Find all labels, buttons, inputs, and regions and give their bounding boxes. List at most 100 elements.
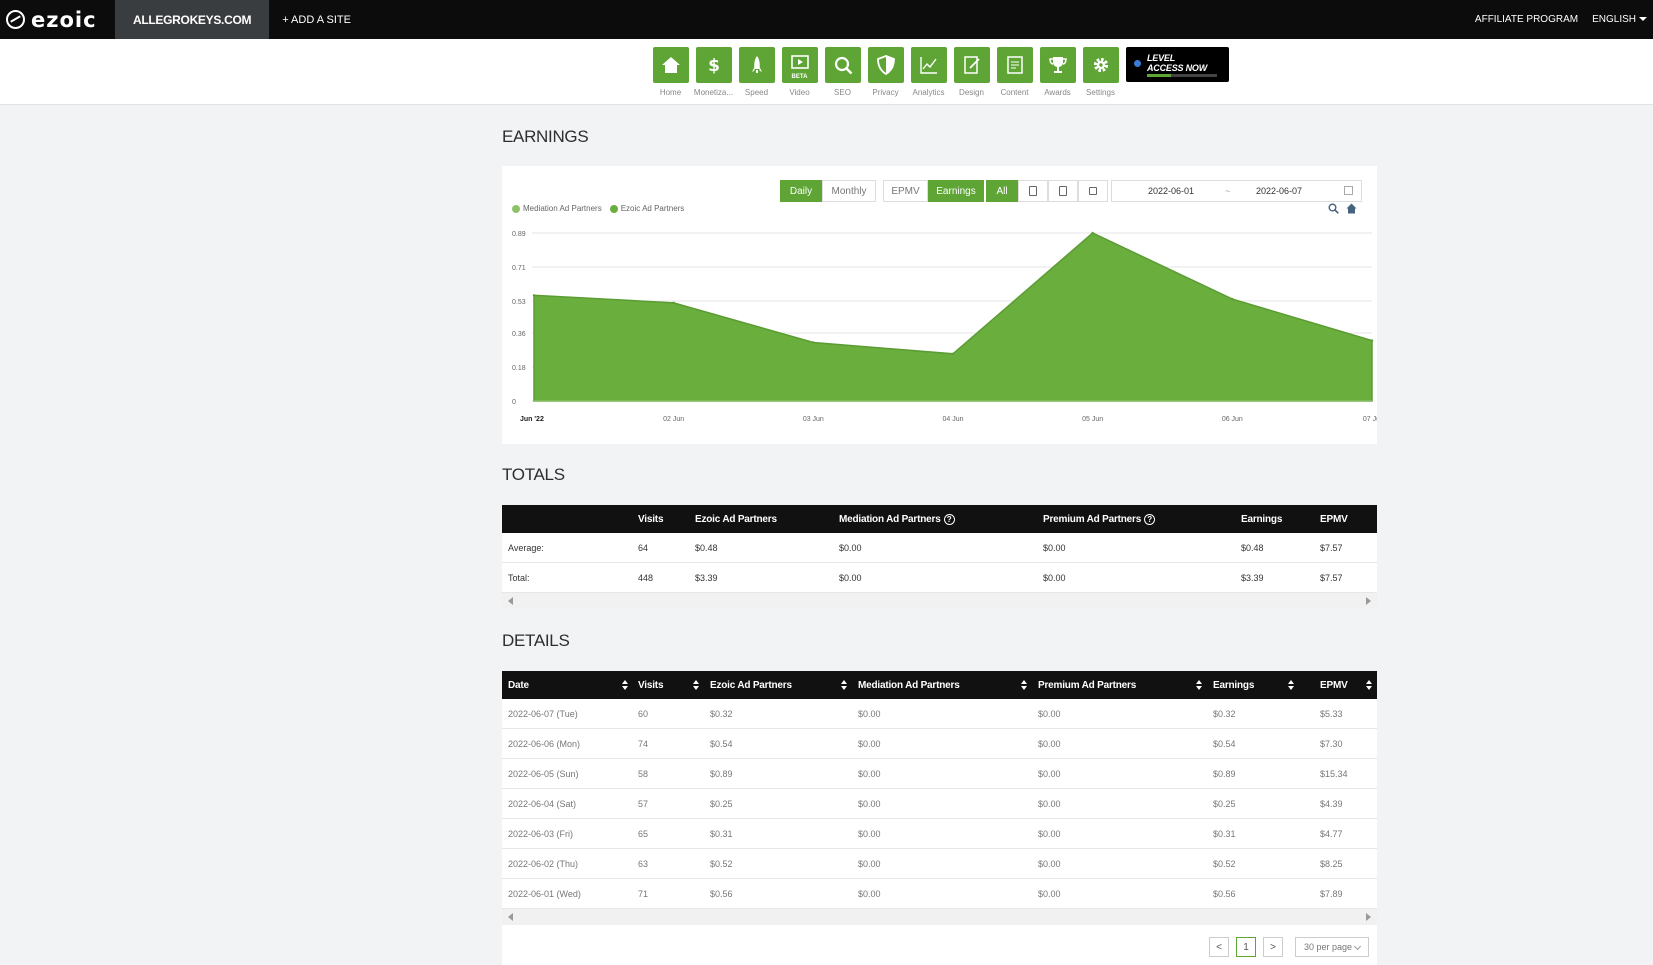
per-page-select[interactable]: 30 per page <box>1295 937 1369 957</box>
details-col-header[interactable]: Premium Ad Partners <box>1038 671 1136 699</box>
details-col-header[interactable]: Earnings <box>1213 671 1254 699</box>
details-horizontal-scrollbar[interactable] <box>502 909 1377 925</box>
column-label: Ezoic Ad Partners <box>695 513 777 525</box>
nav-button[interactable] <box>1082 47 1119 83</box>
data-point[interactable] <box>812 341 815 344</box>
tablet-button[interactable] <box>1048 180 1078 202</box>
totals-col-header[interactable]: EPMV <box>1320 505 1348 533</box>
nav-button[interactable] <box>1039 47 1076 83</box>
details-table: Date Visits Ezoic Ad Partners Mediation Ad … <box>502 671 1377 965</box>
totals-col-header[interactable]: Mediation Ad Partners? <box>839 505 955 533</box>
totals-col-header[interactable]: Visits <box>638 505 664 533</box>
scroll-left-icon[interactable] <box>508 913 513 921</box>
nav-button[interactable] <box>953 47 990 83</box>
legend-item[interactable]: Ezoic Ad Partners <box>609 204 684 213</box>
sort-icon[interactable] <box>1196 680 1202 690</box>
nav-item-seo[interactable]: SEO <box>821 47 864 97</box>
totals-col-header[interactable]: Ezoic Ad Partners <box>695 505 777 533</box>
help-icon[interactable]: ? <box>1144 513 1156 525</box>
totals-col-header[interactable]: Premium Ad Partners? <box>1043 505 1156 533</box>
totals-table: Visits Ezoic Ad Partners Mediation Ad Part… <box>502 505 1377 609</box>
nav-item-analytics[interactable]: Analytics <box>907 47 950 97</box>
affiliate-program-link[interactable]: AFFILIATE PROGRAM <box>1475 14 1578 25</box>
rocket-icon <box>751 56 762 73</box>
details-cell: $0.00 <box>858 888 881 899</box>
data-point[interactable] <box>532 294 536 297</box>
zoom-icon[interactable] <box>1328 203 1339 214</box>
nav-item-home[interactable]: Home <box>649 47 692 97</box>
nav-item-privacy[interactable]: Privacy <box>864 47 907 97</box>
help-icon[interactable]: ? <box>943 513 955 525</box>
next-page-button[interactable]: > <box>1263 937 1283 957</box>
calendar-icon[interactable] <box>1344 186 1353 195</box>
caret-down-icon <box>1639 17 1647 22</box>
nav-button[interactable] <box>824 47 861 83</box>
sort-icon[interactable] <box>1288 680 1294 690</box>
nav-item-awards[interactable]: Awards <box>1036 47 1079 97</box>
data-point[interactable] <box>1370 339 1374 342</box>
y-tick-label: 0.53 <box>512 299 526 306</box>
details-cell: 2022-06-05 (Sun) <box>508 768 579 779</box>
data-point[interactable] <box>1091 231 1094 235</box>
language-selector[interactable]: ENGLISH <box>1592 14 1647 25</box>
scroll-right-icon[interactable] <box>1366 597 1371 605</box>
page-1-button[interactable]: 1 <box>1236 937 1256 957</box>
details-col-header[interactable]: Date <box>508 671 529 699</box>
nav-button[interactable]: BETA <box>781 47 818 83</box>
sort-icon[interactable] <box>622 680 628 690</box>
nav-item-design[interactable]: Design <box>950 47 993 97</box>
nav-item-settings[interactable]: Settings <box>1079 47 1122 97</box>
dollar-icon: $ <box>708 56 720 76</box>
site-tab[interactable]: ALLEGROKEYS.COM <box>115 0 270 39</box>
daily-button[interactable]: Daily <box>780 180 822 202</box>
nav-item-video[interactable]: BETA Video <box>778 47 821 97</box>
data-point[interactable] <box>672 301 675 305</box>
add-site-link[interactable]: + ADD A SITE <box>269 0 364 39</box>
details-col-header[interactable]: Ezoic Ad Partners <box>710 671 792 699</box>
epmv-button[interactable]: EPMV <box>883 180 928 202</box>
scroll-left-icon[interactable] <box>508 597 513 605</box>
nav-item-speed[interactable]: Speed <box>735 47 778 97</box>
date-range-picker[interactable]: 2022-06-01 ~ 2022-06-07 <box>1111 180 1362 202</box>
totals-cell: $0.48 <box>695 542 718 553</box>
legend-item[interactable]: Mediation Ad Partners <box>512 204 602 213</box>
data-point[interactable] <box>1231 297 1234 301</box>
ezoic-area-series[interactable] <box>533 232 1373 402</box>
monthly-button[interactable]: Monthly <box>822 180 876 202</box>
date-separator: ~ <box>1225 186 1231 196</box>
all-devices-button[interactable]: All <box>986 180 1018 202</box>
mobile-icon <box>1029 186 1037 196</box>
nav-button[interactable] <box>652 47 689 83</box>
column-label: Mediation Ad Partners <box>839 513 941 525</box>
nav-button[interactable] <box>996 47 1033 83</box>
details-col-header[interactable]: EPMV <box>1320 671 1348 699</box>
nav-button[interactable] <box>867 47 904 83</box>
desktop-button[interactable] <box>1078 180 1108 202</box>
details-col-header[interactable]: Visits <box>638 671 664 699</box>
sort-icon[interactable] <box>693 680 699 690</box>
scroll-right-icon[interactable] <box>1366 913 1371 921</box>
nav-button[interactable] <box>738 47 775 83</box>
totals-horizontal-scrollbar[interactable] <box>502 593 1377 609</box>
sort-icon[interactable] <box>1366 680 1372 690</box>
level-access-banner[interactable]: LEVEL ACCESS NOW <box>1126 47 1229 82</box>
beta-badge: BETA <box>791 74 808 80</box>
totals-col-header[interactable]: Earnings <box>1241 505 1282 533</box>
nav-item-content[interactable]: Content <box>993 47 1036 97</box>
sort-icon[interactable] <box>1021 680 1027 690</box>
totals-cell: $3.39 <box>695 572 718 583</box>
earnings-button[interactable]: Earnings <box>928 180 984 202</box>
table-row: 2022-06-01 (Wed) 71 $0.56 $0.00 $0.00 $0.56 $7… <box>502 879 1377 909</box>
nav-button[interactable]: $ <box>695 47 732 83</box>
data-point[interactable] <box>951 352 955 356</box>
x-tick-label: 05 Jun <box>1082 416 1103 423</box>
nav-item-monetiza[interactable]: $ Monetiza... <box>692 47 735 97</box>
sort-icon[interactable] <box>841 680 847 690</box>
ezoic-logo[interactable]: ezoic <box>0 0 115 39</box>
nav-button[interactable] <box>910 47 947 83</box>
prev-page-button[interactable]: < <box>1209 937 1229 957</box>
mobile-button[interactable] <box>1018 180 1048 202</box>
reset-zoom-home-icon[interactable] <box>1346 203 1357 214</box>
details-col-header[interactable]: Mediation Ad Partners <box>858 671 960 699</box>
x-tick-label: 02 Jun <box>663 416 684 423</box>
